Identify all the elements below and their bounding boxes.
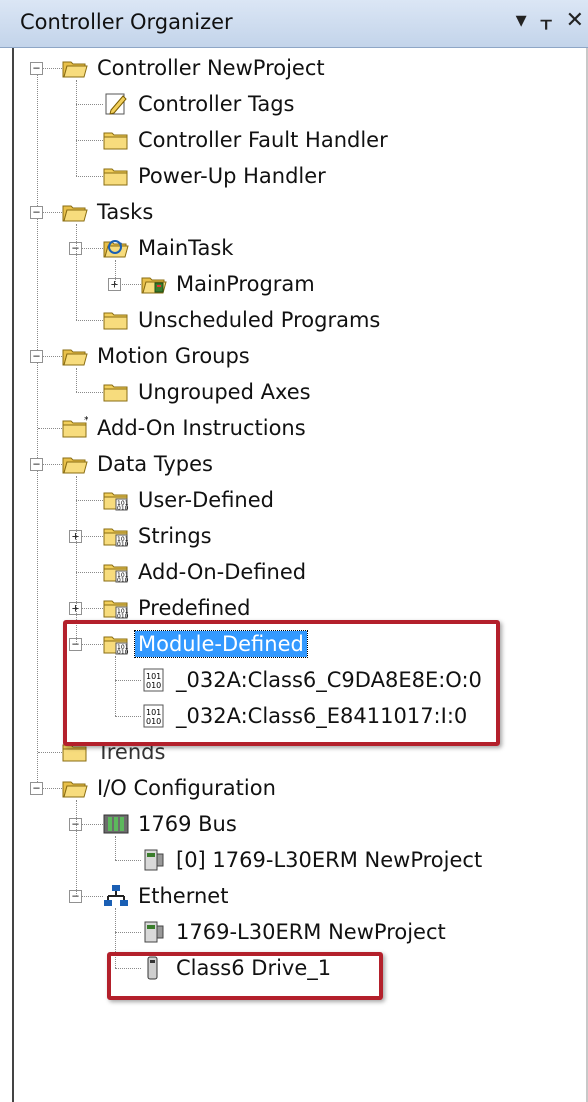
tree-guide-horizontal xyxy=(115,932,141,933)
tree-item-label: Unscheduled Programs xyxy=(138,308,381,332)
tree-guide-horizontal xyxy=(115,860,141,861)
tags-icon xyxy=(103,92,129,116)
collapse-icon[interactable]: − xyxy=(30,62,43,75)
collapse-icon[interactable]: − xyxy=(30,206,43,219)
tree-guide-horizontal xyxy=(76,140,103,141)
folder-icon xyxy=(103,380,129,404)
tree-item-label: Controller Tags xyxy=(138,92,295,116)
tree-item-1769-l30erm-newproject[interactable]: 1769-L30ERM NewProject xyxy=(141,914,449,950)
tree-item-controller-fault-handler[interactable]: Controller Fault Handler xyxy=(103,122,391,158)
tree-item-label: Motion Groups xyxy=(97,344,250,368)
tree-item-unscheduled-programs[interactable]: Unscheduled Programs xyxy=(103,302,383,338)
tree-guide-vertical xyxy=(76,476,77,644)
tree-item-data-types[interactable]: Data Types xyxy=(62,446,216,482)
tree-item-label: MainProgram xyxy=(176,272,315,296)
tree-item-label: Add-On-Defined xyxy=(138,560,307,584)
task-icon xyxy=(103,236,129,260)
tree-item-maintask[interactable]: MainTask xyxy=(103,230,236,266)
folder-open-icon xyxy=(62,344,88,368)
tree-item-ungrouped-axes[interactable]: Ungrouped Axes xyxy=(103,374,314,410)
tree-guide-horizontal xyxy=(76,572,103,573)
tree-item-label: I/O Configuration xyxy=(97,776,276,800)
tree-guide-vertical xyxy=(76,800,77,896)
program-icon xyxy=(141,272,167,296)
project-tree: Controller NewProject − Controller Tags Con… xyxy=(0,0,588,1102)
controller-icon xyxy=(141,848,167,872)
tree-item-motion-groups[interactable]: Motion Groups xyxy=(62,338,253,374)
tree-item-label: User-Defined xyxy=(138,488,274,512)
tree-guide-vertical xyxy=(115,260,116,284)
tree-item-label: Strings xyxy=(138,524,212,548)
tree-item-controller-newproject[interactable]: Controller NewProject xyxy=(62,50,328,86)
controller-icon xyxy=(141,920,167,944)
tree-guide-horizontal xyxy=(76,500,103,501)
tree-item-label: Tasks xyxy=(97,200,154,224)
module-defined-callout xyxy=(63,620,500,746)
collapse-icon[interactable]: − xyxy=(30,782,43,795)
svg-text:*: * xyxy=(84,416,88,426)
tree-item-label: Add-On Instructions xyxy=(97,416,306,440)
tree-guide-horizontal xyxy=(76,176,103,177)
tree-item-label: Controller Fault Handler xyxy=(138,128,388,152)
network-icon xyxy=(103,884,129,908)
svg-text:010: 010 xyxy=(117,577,129,584)
tree-guide-horizontal xyxy=(38,428,62,429)
tree-item-label: Ungrouped Axes xyxy=(138,380,311,404)
tree-item-label: Predefined xyxy=(138,596,251,620)
tree-item-label: Power-Up Handler xyxy=(138,164,326,188)
tree-item-mainprogram[interactable]: MainProgram xyxy=(141,266,318,302)
svg-text:010: 010 xyxy=(117,541,129,548)
tree-guide-vertical xyxy=(115,836,116,860)
folder-open-icon xyxy=(62,56,88,80)
datatype-folder-icon: 101 010 xyxy=(103,596,129,620)
folder-icon xyxy=(103,308,129,332)
tree-item-power-up-handler[interactable]: Power-Up Handler xyxy=(103,158,329,194)
tree-guide-vertical xyxy=(76,368,77,392)
folder-new-icon: * xyxy=(62,415,89,440)
tree-guide-vertical xyxy=(76,224,77,320)
tree-item-label: 1769-L30ERM NewProject xyxy=(176,920,446,944)
datatype-folder-icon: 101 010 xyxy=(103,488,129,512)
tree-item-i-o-configuration[interactable]: I/O Configuration xyxy=(62,770,279,806)
tree-guide-vertical xyxy=(76,80,77,176)
folder-open-icon xyxy=(62,452,88,476)
tree-item-label: 1769 Bus xyxy=(138,812,237,836)
folder-open-icon xyxy=(62,776,88,800)
collapse-icon[interactable]: − xyxy=(30,350,43,363)
tree-item-ethernet[interactable]: Ethernet xyxy=(103,878,231,914)
tree-guide-horizontal xyxy=(76,392,103,393)
tree-item-label: [0] 1769-L30ERM NewProject xyxy=(176,848,483,872)
tree-item-controller-tags[interactable]: Controller Tags xyxy=(103,86,297,122)
folder-icon xyxy=(103,128,129,152)
tree-item-1769-bus[interactable]: 1769 Bus xyxy=(103,806,240,842)
svg-text:010: 010 xyxy=(117,613,129,620)
datatype-folder-icon: 101 010 xyxy=(103,560,129,584)
class6-drive-callout xyxy=(107,952,383,1000)
tree-guide-horizontal xyxy=(76,320,103,321)
tree-item-add-on-defined[interactable]: 101 010 Add-On-Defined xyxy=(103,554,309,590)
tree-item-user-defined[interactable]: 101 010 User-Defined xyxy=(103,482,277,518)
tree-item-label: MainTask xyxy=(138,236,234,260)
folder-icon xyxy=(103,164,129,188)
datatype-folder-icon: 101 010 xyxy=(103,524,129,548)
tree-guide-horizontal xyxy=(76,104,103,105)
tree-item-add-on-instructions[interactable]: * Add-On Instructions xyxy=(62,410,309,446)
bus-icon xyxy=(103,812,129,836)
tree-item-strings[interactable]: 101 010 Strings xyxy=(103,518,215,554)
svg-text:010: 010 xyxy=(117,505,129,512)
tree-item-label: Data Types xyxy=(97,452,213,476)
tree-guide-horizontal xyxy=(38,752,62,753)
collapse-icon[interactable]: − xyxy=(30,458,43,471)
tree-item-0-1769-l30erm-newproject[interactable]: [0] 1769-L30ERM NewProject xyxy=(141,842,485,878)
tree-item-label: Controller NewProject xyxy=(97,56,325,80)
folder-open-icon xyxy=(62,200,88,224)
tree-item-label: Ethernet xyxy=(138,884,229,908)
